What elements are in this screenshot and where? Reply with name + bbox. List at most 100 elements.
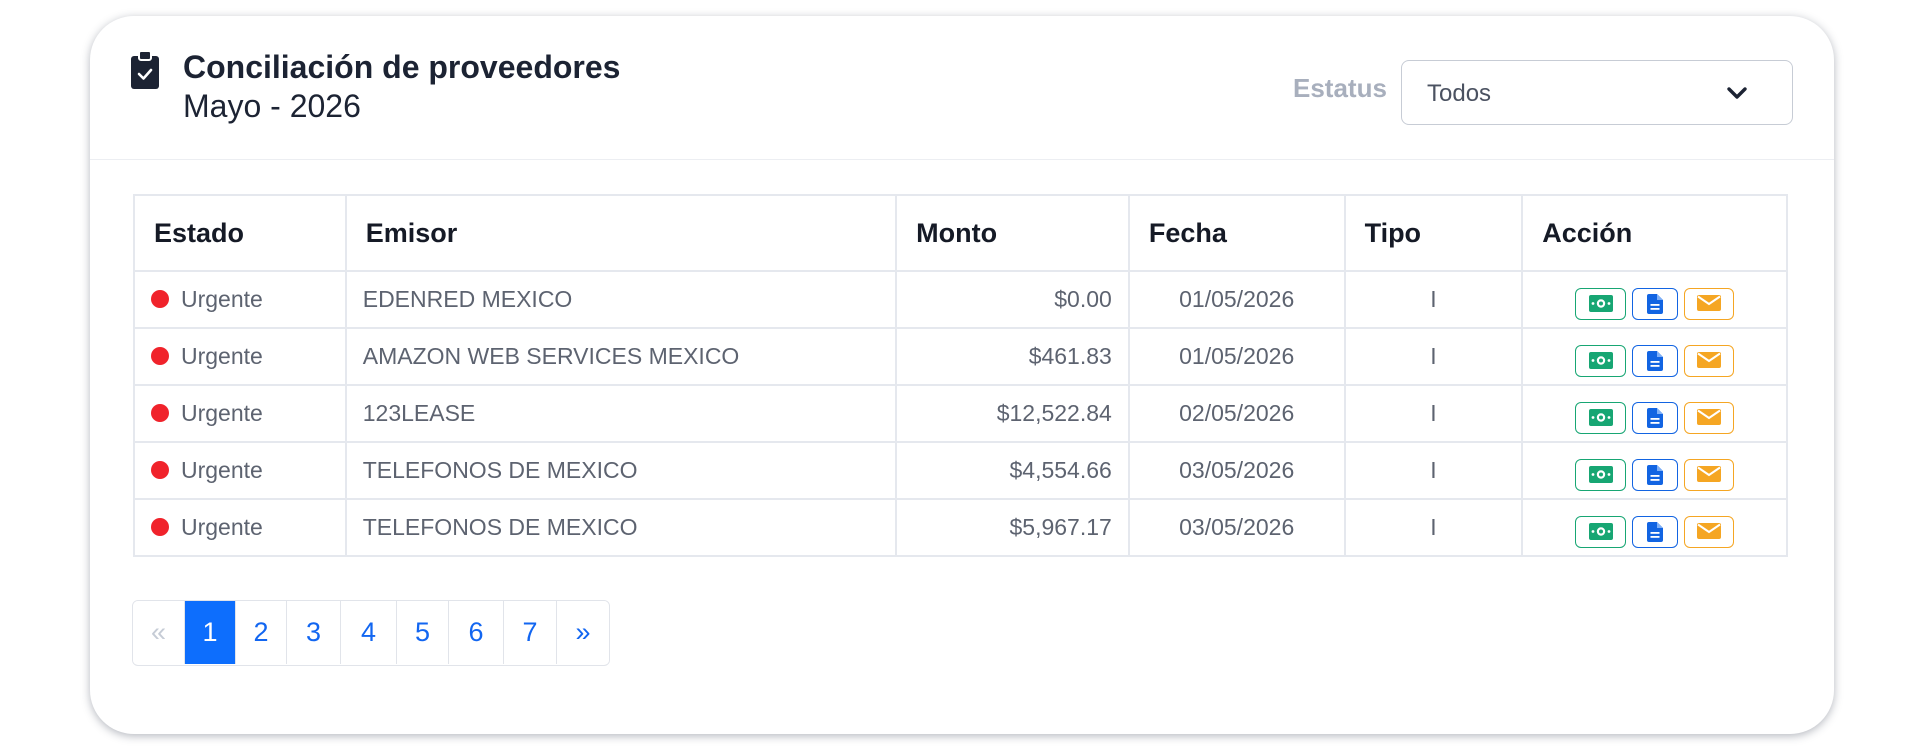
status-text: Urgente (181, 514, 263, 540)
urgent-status-dot (151, 517, 169, 536)
pagination: «1 2 3 4 5 6 7» (132, 600, 610, 666)
file-document-icon (1647, 407, 1664, 428)
page-subtitle: Mayo - 2026 (183, 88, 361, 124)
column-header-emisor[interactable]: Emisor (344, 194, 898, 272)
page-button-2[interactable]: 2 (236, 601, 287, 664)
issuer-cell: AMAZON WEB SERVICES MEXICO (344, 327, 898, 386)
suppliers-table: Estado Emisor Monto Fecha Tipo Acción Ur… (133, 194, 1788, 557)
date-cell: 01/05/2026 (1127, 327, 1346, 386)
column-header-tipo[interactable]: Tipo (1343, 194, 1524, 272)
envelope-icon (1697, 351, 1722, 368)
money-bill-icon (1588, 408, 1613, 426)
type-cell: I (1343, 441, 1524, 500)
date-cell: 02/05/2026 (1127, 384, 1346, 443)
chevron-down-icon (1727, 87, 1747, 99)
document-button[interactable] (1632, 287, 1679, 320)
money-bill-icon (1588, 465, 1613, 483)
reconciliation-card: Conciliación de proveedores Mayo - 2026 … (90, 16, 1834, 734)
table-row[interactable]: Urgente TELEFONOS DE MEXICO $4,554.66 03… (133, 441, 1788, 500)
status-text: Urgente (181, 457, 263, 483)
document-button[interactable] (1632, 344, 1679, 377)
date-cell: 03/05/2026 (1127, 498, 1346, 557)
document-button[interactable] (1632, 401, 1679, 434)
card-header: Conciliación de proveedores Mayo - 2026 … (90, 16, 1834, 160)
envelope-icon (1697, 465, 1722, 482)
status-cell: Urgente (133, 441, 347, 500)
file-document-icon (1647, 521, 1664, 542)
actions-cell (1521, 498, 1788, 557)
status-text: Urgente (181, 286, 263, 312)
money-bill-icon (1588, 294, 1613, 312)
email-button[interactable] (1684, 515, 1735, 548)
issuer-cell: EDENRED MEXICO (344, 270, 898, 329)
column-header-estado[interactable]: Estado (133, 194, 347, 272)
actions-cell (1521, 441, 1788, 500)
urgent-status-dot (151, 460, 169, 479)
payment-button[interactable] (1575, 515, 1627, 548)
type-cell: I (1343, 384, 1524, 443)
money-bill-icon (1588, 522, 1613, 540)
amount-cell: $12,522.84 (895, 384, 1130, 443)
amount-cell: $461.83 (895, 327, 1130, 386)
status-text: Urgente (181, 400, 263, 426)
table-header-row: Estado Emisor Monto Fecha Tipo Acción (133, 194, 1788, 272)
payment-button[interactable] (1575, 401, 1627, 434)
actions-cell (1521, 270, 1788, 329)
envelope-icon (1697, 408, 1722, 425)
page-button-7[interactable]: 7 (504, 601, 557, 664)
clipboard-check-icon (131, 50, 159, 89)
page-button-6[interactable]: 6 (449, 601, 504, 664)
status-text: Urgente (181, 343, 263, 369)
column-header-monto[interactable]: Monto (895, 194, 1130, 272)
amount-cell: $4,554.66 (895, 441, 1130, 500)
type-cell: I (1343, 498, 1524, 557)
column-header-fecha[interactable]: Fecha (1127, 194, 1346, 272)
status-cell: Urgente (133, 270, 347, 329)
status-filter-value: Todos (1427, 80, 1492, 107)
page-button-4[interactable]: 4 (341, 601, 397, 664)
table-row[interactable]: Urgente TELEFONOS DE MEXICO $5,967.17 03… (133, 498, 1788, 557)
money-bill-icon (1588, 351, 1613, 369)
actions-cell (1521, 384, 1788, 443)
status-cell: Urgente (133, 498, 347, 557)
payment-button[interactable] (1575, 344, 1627, 377)
email-button[interactable] (1684, 401, 1735, 434)
file-document-icon (1647, 293, 1664, 314)
payment-button[interactable] (1575, 287, 1627, 320)
envelope-icon (1697, 294, 1722, 311)
email-button[interactable] (1684, 287, 1735, 320)
status-filter-label: Estatus (1293, 73, 1387, 103)
file-document-icon (1647, 464, 1664, 485)
status-cell: Urgente (133, 327, 347, 386)
urgent-status-dot (151, 346, 169, 365)
column-header-accion: Acción (1521, 194, 1788, 272)
type-cell: I (1343, 327, 1524, 386)
status-cell: Urgente (133, 384, 347, 443)
issuer-cell: TELEFONOS DE MEXICO (344, 441, 898, 500)
payment-button[interactable] (1575, 458, 1627, 491)
amount-cell: $0.00 (895, 270, 1130, 329)
date-cell: 03/05/2026 (1127, 441, 1346, 500)
issuer-cell: 123LEASE (344, 384, 898, 443)
date-cell: 01/05/2026 (1127, 270, 1346, 329)
email-button[interactable] (1684, 458, 1735, 491)
actions-cell (1521, 327, 1788, 386)
table-row[interactable]: Urgente AMAZON WEB SERVICES MEXICO $461.… (133, 327, 1788, 386)
status-filter-select[interactable]: Todos (1401, 60, 1793, 125)
email-button[interactable] (1684, 344, 1735, 377)
urgent-status-dot (151, 403, 169, 422)
table-row[interactable]: Urgente EDENRED MEXICO $0.00 01/05/2026 … (133, 270, 1788, 329)
urgent-status-dot (151, 289, 169, 308)
page-button-3[interactable]: 3 (287, 601, 341, 664)
last-page-button[interactable]: » (557, 601, 609, 664)
page-button-5[interactable]: 5 (397, 601, 449, 664)
document-button[interactable] (1632, 515, 1679, 548)
amount-cell: $5,967.17 (895, 498, 1130, 557)
document-button[interactable] (1632, 458, 1679, 491)
page-title: Conciliación de proveedores (183, 49, 621, 85)
first-page-button[interactable]: « (133, 601, 185, 664)
file-document-icon (1647, 350, 1664, 371)
page-button-1[interactable]: 1 (185, 601, 236, 664)
table-row[interactable]: Urgente 123LEASE $12,522.84 02/05/2026 I (133, 384, 1788, 443)
envelope-icon (1697, 522, 1722, 539)
